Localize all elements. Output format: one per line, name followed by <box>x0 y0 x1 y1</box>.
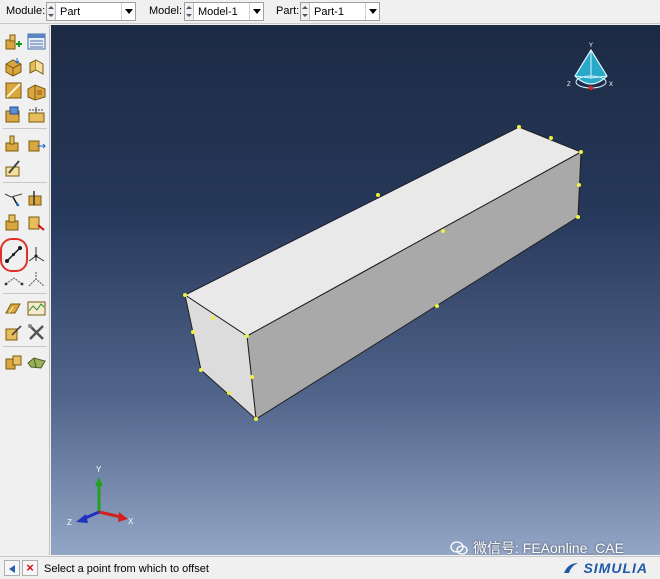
datum-csys-icon[interactable] <box>26 212 47 233</box>
triad-x-label: X <box>128 517 134 526</box>
compass-z-label: Z <box>567 82 571 88</box>
create-part-icon[interactable] <box>3 31 24 52</box>
module-combobox[interactable]: Part <box>46 2 136 21</box>
tools-icon[interactable] <box>26 322 47 343</box>
prompt-area: × Select a point from which to offset SI… <box>0 556 660 579</box>
module-spinner[interactable] <box>47 3 56 20</box>
revolve-solid-icon[interactable] <box>26 56 47 77</box>
highlight-ring <box>0 238 28 272</box>
part-value: Part-1 <box>314 5 344 18</box>
cut-extrude-icon[interactable] <box>3 104 24 125</box>
context-bar: Module: Part Model: Model-1 Part: Part-1 <box>0 0 660 24</box>
part-combobox[interactable]: Part-1 <box>300 2 380 21</box>
extrude-solid-icon[interactable] <box>3 56 24 77</box>
chevron-down-icon[interactable] <box>249 3 263 20</box>
compass-x-label: X <box>609 82 613 88</box>
create-shell-icon[interactable] <box>3 133 24 154</box>
view-compass[interactable]: Y Z X <box>567 43 613 91</box>
part-module-toolbox <box>0 25 50 555</box>
toolbox-separator <box>3 182 47 183</box>
chevron-down-icon[interactable] <box>121 3 135 20</box>
simulia-logo: SIMULIA <box>563 560 648 576</box>
repair-icon[interactable] <box>3 298 24 319</box>
part-label: Part: <box>276 5 300 17</box>
datum-plane-icon[interactable] <box>3 212 24 233</box>
watermark-text: 微信号: FEAonline_CAE <box>473 540 624 556</box>
compass-y-label: Y <box>589 43 593 49</box>
model-label: Model: <box>149 5 183 17</box>
partition-icon[interactable] <box>3 269 24 290</box>
block-part[interactable] <box>184 126 583 421</box>
coordinate-triad: Y X Z <box>67 465 134 527</box>
surface-icon[interactable] <box>26 351 47 372</box>
part-spinner[interactable] <box>301 3 310 20</box>
cancel-icon[interactable]: × <box>22 560 38 576</box>
prompt-text: Select a point from which to offset <box>44 563 209 575</box>
model-value: Model-1 <box>198 5 238 18</box>
watermark: 微信号: FEAonline_CAE <box>450 538 624 558</box>
chevron-down-icon[interactable] <box>365 3 379 20</box>
virtual-topology-icon[interactable] <box>3 322 24 343</box>
geometry-edit-icon[interactable] <box>26 298 47 319</box>
sweep-solid-icon[interactable] <box>3 80 24 101</box>
sketch-icon[interactable] <box>3 158 24 179</box>
graphics-viewport[interactable]: Y Z X Y X Z <box>51 25 660 555</box>
ds-logo-icon <box>564 563 579 573</box>
datum-point-icon[interactable] <box>3 188 24 209</box>
module-label: Module: <box>6 5 46 17</box>
set-icon[interactable] <box>3 351 24 372</box>
query-point-icon[interactable] <box>26 244 47 265</box>
model-combobox[interactable]: Model-1 <box>184 2 264 21</box>
cut-revolve-icon[interactable] <box>26 104 47 125</box>
model-spinner[interactable] <box>185 3 194 20</box>
triad-y-label: Y <box>96 465 102 474</box>
loft-solid-icon[interactable] <box>26 80 47 101</box>
partition-face-icon[interactable] <box>26 269 47 290</box>
module-value: Part <box>60 5 81 18</box>
wechat-icon <box>450 541 468 555</box>
toolbox-separator <box>3 128 47 129</box>
brand-name: SIMULIA <box>583 560 648 576</box>
datum-axis-icon[interactable] <box>26 188 47 209</box>
back-arrow-icon[interactable] <box>4 560 20 576</box>
triad-z-label: Z <box>67 518 72 527</box>
toolbox-separator <box>3 346 47 347</box>
part-manager-icon[interactable] <box>26 31 47 52</box>
create-wire-icon[interactable] <box>26 133 47 154</box>
toolbox-separator <box>3 293 47 294</box>
